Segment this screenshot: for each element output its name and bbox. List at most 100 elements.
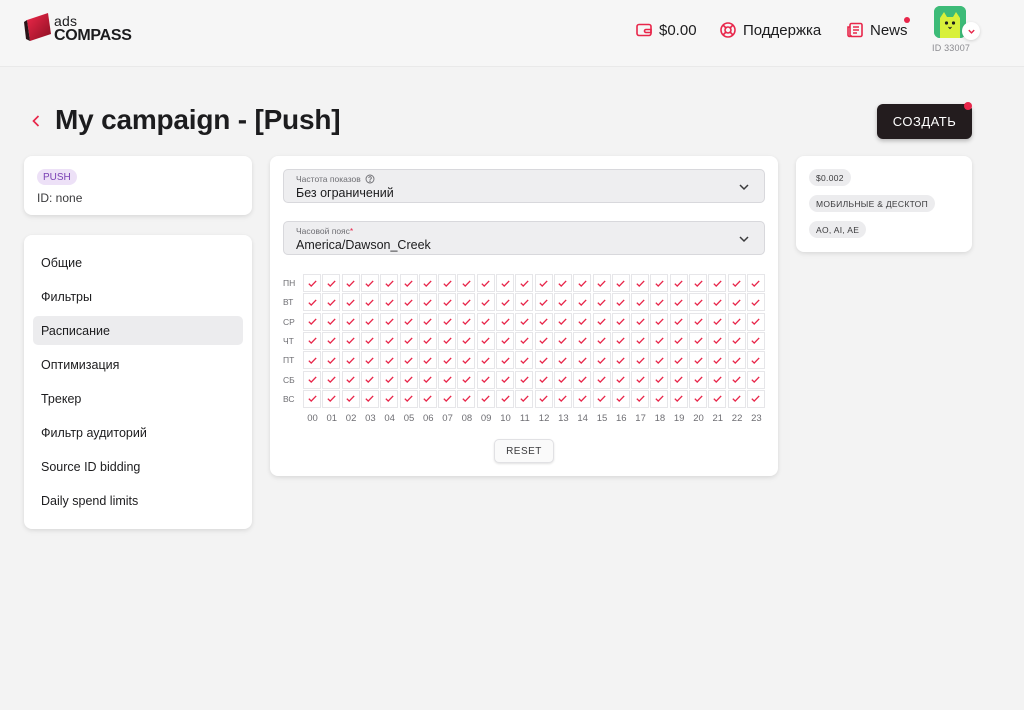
schedule-cell[interactable] (746, 331, 765, 350)
support-link[interactable]: Поддержка (719, 19, 821, 41)
schedule-cell[interactable] (418, 389, 437, 408)
schedule-cell[interactable] (592, 274, 611, 292)
schedule-cell[interactable] (534, 293, 553, 312)
schedule-cell[interactable] (631, 389, 650, 408)
schedule-cell[interactable] (689, 370, 707, 389)
schedule-cell[interactable] (322, 331, 341, 350)
schedule-cell[interactable] (689, 274, 707, 292)
balance-button[interactable]: $0.00 (635, 19, 697, 41)
schedule-cell[interactable] (418, 351, 437, 370)
schedule-cell[interactable] (399, 370, 418, 389)
schedule-cell[interactable] (399, 351, 418, 370)
schedule-cell[interactable] (650, 351, 669, 370)
schedule-cell[interactable] (360, 274, 379, 292)
schedule-cell[interactable] (380, 312, 399, 331)
nav-item-filters[interactable]: Фильтры (33, 282, 243, 311)
create-button[interactable]: СОЗДАТЬ (877, 104, 972, 139)
schedule-cell[interactable] (476, 312, 495, 331)
back-button[interactable] (27, 110, 45, 132)
schedule-cell[interactable] (534, 274, 553, 292)
schedule-cell[interactable] (457, 389, 476, 408)
schedule-cell[interactable] (303, 351, 321, 370)
schedule-cell[interactable] (553, 389, 572, 408)
schedule-cell[interactable] (418, 274, 437, 292)
schedule-cell[interactable] (438, 389, 457, 408)
nav-item-schedule[interactable]: Расписание (33, 316, 243, 345)
avatar[interactable] (934, 6, 966, 38)
schedule-cell[interactable] (611, 274, 630, 292)
schedule-cell[interactable] (322, 389, 341, 408)
schedule-cell[interactable] (476, 370, 495, 389)
schedule-cell[interactable] (341, 370, 360, 389)
schedule-cell[interactable] (553, 274, 572, 292)
schedule-cell[interactable] (746, 312, 765, 331)
schedule-cell[interactable] (341, 331, 360, 350)
schedule-cell[interactable] (689, 331, 707, 350)
schedule-cell[interactable] (611, 331, 630, 350)
schedule-cell[interactable] (457, 274, 476, 292)
schedule-cell[interactable] (496, 312, 514, 331)
schedule-cell[interactable] (534, 331, 553, 350)
schedule-cell[interactable] (457, 351, 476, 370)
schedule-cell[interactable] (341, 312, 360, 331)
schedule-cell[interactable] (341, 293, 360, 312)
schedule-cell[interactable] (573, 389, 592, 408)
schedule-cell[interactable] (650, 293, 669, 312)
schedule-cell[interactable] (592, 331, 611, 350)
schedule-cell[interactable] (418, 293, 437, 312)
schedule-cell[interactable] (611, 370, 630, 389)
schedule-cell[interactable] (708, 331, 727, 350)
schedule-cell[interactable] (592, 293, 611, 312)
schedule-cell[interactable] (322, 293, 341, 312)
schedule-cell[interactable] (303, 331, 321, 350)
schedule-cell[interactable] (708, 293, 727, 312)
schedule-cell[interactable] (611, 312, 630, 331)
reset-button[interactable]: RESET (494, 439, 554, 463)
schedule-cell[interactable] (438, 370, 457, 389)
schedule-cell[interactable] (341, 274, 360, 292)
schedule-cell[interactable] (689, 293, 707, 312)
schedule-cell[interactable] (611, 351, 630, 370)
schedule-cell[interactable] (380, 293, 399, 312)
schedule-cell[interactable] (650, 370, 669, 389)
help-icon[interactable] (365, 174, 375, 184)
schedule-cell[interactable] (322, 274, 341, 292)
nav-item-source-id-bidding[interactable]: Source ID bidding (33, 452, 243, 481)
schedule-cell[interactable] (360, 370, 379, 389)
schedule-cell[interactable] (360, 351, 379, 370)
schedule-cell[interactable] (708, 370, 727, 389)
schedule-cell[interactable] (727, 331, 746, 350)
schedule-cell[interactable] (341, 351, 360, 370)
schedule-cell[interactable] (746, 274, 765, 292)
schedule-cell[interactable] (515, 370, 534, 389)
schedule-cell[interactable] (573, 274, 592, 292)
schedule-cell[interactable] (669, 351, 688, 370)
schedule-cell[interactable] (727, 389, 746, 408)
schedule-cell[interactable] (476, 331, 495, 350)
schedule-cell[interactable] (689, 351, 707, 370)
schedule-cell[interactable] (611, 293, 630, 312)
nav-item-general[interactable]: Общие (33, 248, 243, 277)
schedule-cell[interactable] (631, 370, 650, 389)
schedule-cell[interactable] (360, 293, 379, 312)
schedule-cell[interactable] (669, 331, 688, 350)
schedule-cell[interactable] (360, 389, 379, 408)
schedule-cell[interactable] (438, 293, 457, 312)
schedule-cell[interactable] (438, 351, 457, 370)
schedule-cell[interactable] (553, 312, 572, 331)
schedule-cell[interactable] (534, 389, 553, 408)
schedule-cell[interactable] (689, 389, 707, 408)
schedule-cell[interactable] (669, 274, 688, 292)
schedule-cell[interactable] (708, 351, 727, 370)
schedule-cell[interactable] (360, 331, 379, 350)
schedule-cell[interactable] (746, 293, 765, 312)
schedule-cell[interactable] (592, 389, 611, 408)
schedule-cell[interactable] (515, 331, 534, 350)
schedule-cell[interactable] (592, 370, 611, 389)
schedule-cell[interactable] (418, 331, 437, 350)
schedule-cell[interactable] (399, 389, 418, 408)
schedule-cell[interactable] (380, 370, 399, 389)
schedule-cell[interactable] (438, 274, 457, 292)
schedule-cell[interactable] (496, 274, 514, 292)
schedule-cell[interactable] (438, 312, 457, 331)
